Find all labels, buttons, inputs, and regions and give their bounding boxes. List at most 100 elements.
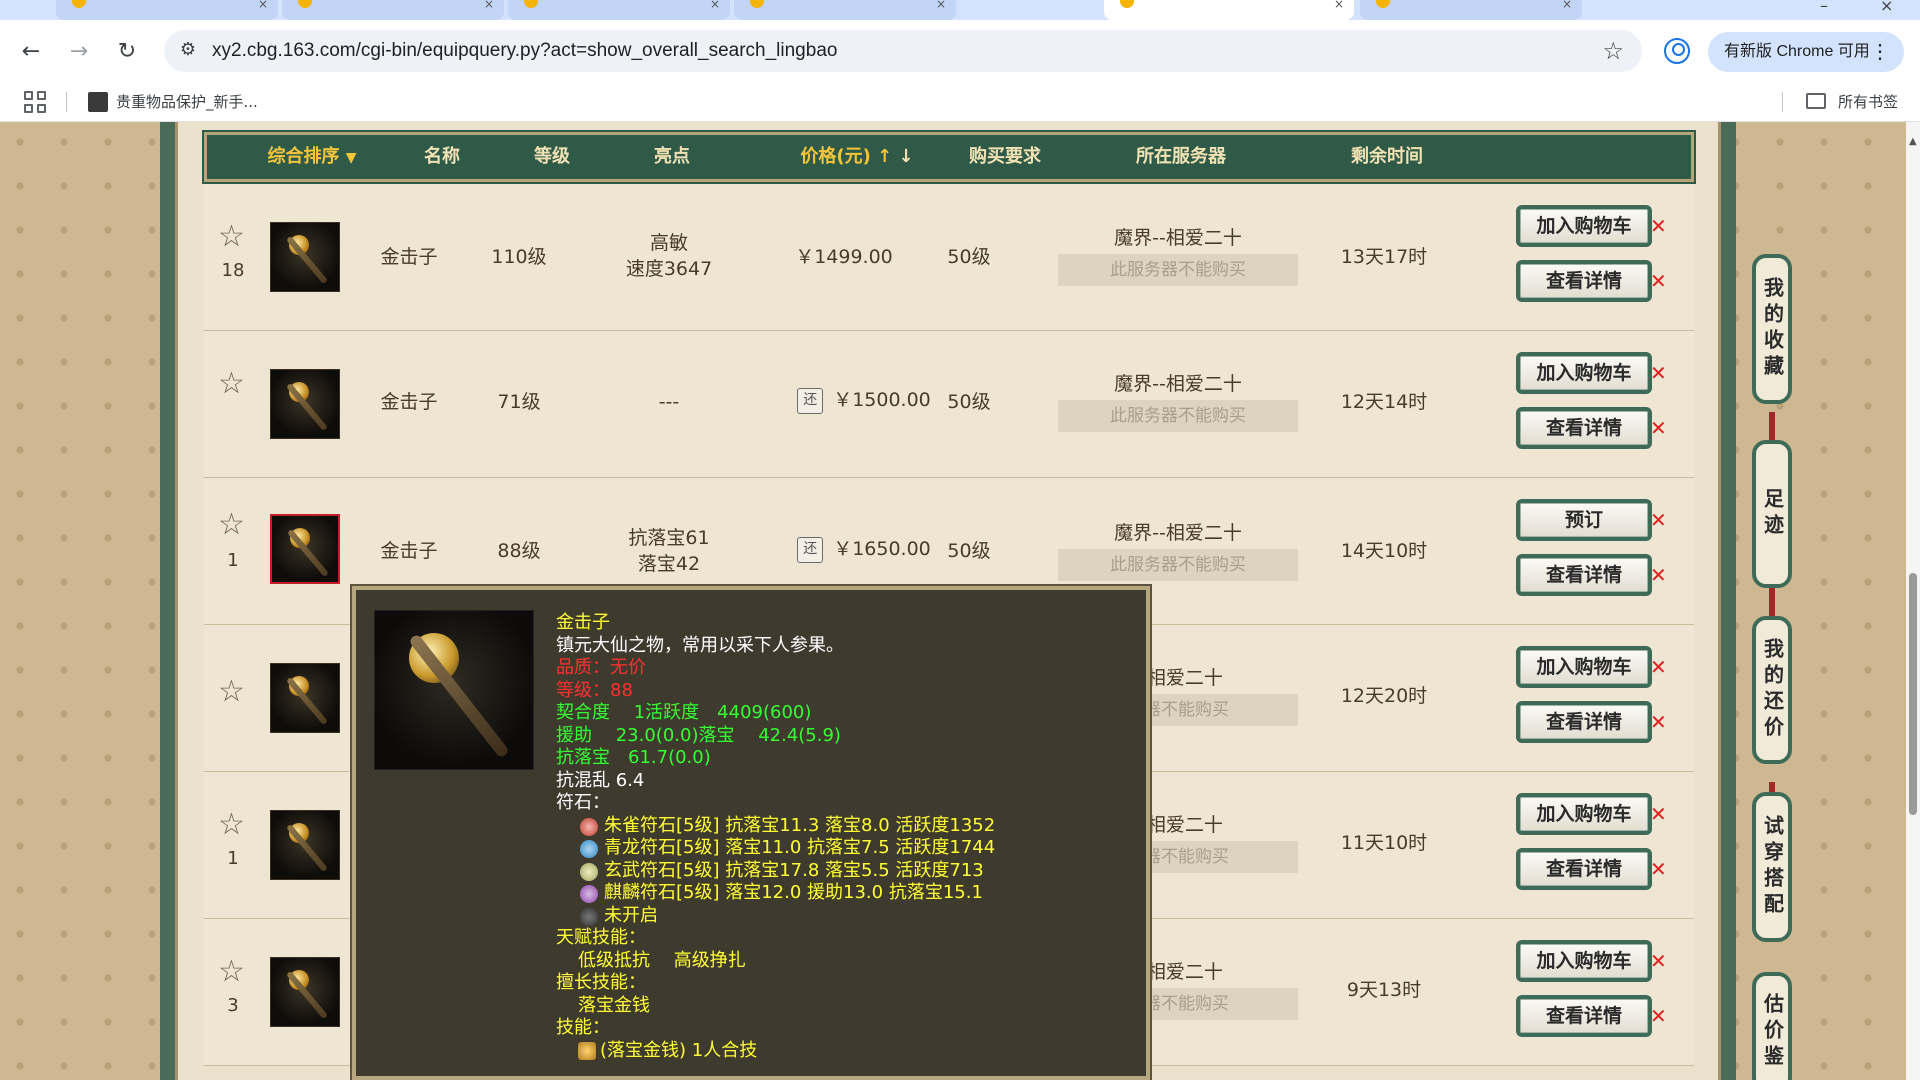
favorite-star-icon[interactable]: ☆ (218, 957, 245, 987)
favorite-star-icon[interactable]: ☆ (218, 677, 245, 707)
bookmark-item[interactable]: 贵重物品保护_新手... (116, 82, 258, 122)
price-sort-down-icon[interactable]: ↓ (899, 146, 914, 167)
close-icon[interactable]: ✕ (1650, 859, 1667, 879)
close-icon[interactable]: ✕ (1650, 565, 1667, 585)
unbuyable-badge: 此服务器不能购买 (1058, 400, 1298, 432)
close-tab-icon[interactable]: × (1334, 0, 1344, 10)
tooltip-level: 等级：88 (556, 679, 633, 701)
favorite-star-icon[interactable]: ☆ (218, 810, 245, 840)
remaining-time: 9天13时 (1346, 979, 1422, 1001)
tab-favicon-icon (298, 0, 312, 8)
close-tab-icon[interactable]: × (484, 0, 494, 10)
unbuyable-badge: 此服务器不能购买 (1058, 254, 1298, 286)
unbuyable-badge: 此服务器不能购买 (1058, 549, 1298, 581)
tooltip-description: 镇元大仙之物，常用以采下人参果。 (556, 634, 844, 656)
item-thumbnail-hovered[interactable] (270, 514, 340, 584)
apps-grid-icon[interactable] (24, 91, 46, 113)
tab-strip: × × × × × × – × (0, 0, 1920, 20)
close-tab-icon[interactable]: × (258, 0, 268, 10)
tooltip-item-name: 金击子 (556, 612, 610, 633)
browser-tab[interactable]: × (1360, 0, 1582, 20)
close-icon[interactable]: ✕ (1650, 510, 1667, 530)
browser-tab[interactable]: × (56, 0, 278, 20)
item-thumbnail[interactable] (270, 222, 340, 292)
price-sort-up-icon[interactable]: ↑ (877, 146, 892, 167)
close-icon[interactable]: ✕ (1650, 712, 1667, 732)
reload-icon[interactable]: ↻ (110, 34, 144, 68)
close-icon[interactable]: ✕ (1650, 951, 1667, 971)
add-to-cart-button[interactable]: 加入购物车 (1516, 793, 1652, 835)
close-icon[interactable]: ✕ (1650, 216, 1667, 236)
item-thumbnail[interactable] (270, 663, 340, 733)
scroll-up-icon[interactable]: ▲ (1909, 136, 1917, 147)
add-to-cart-button[interactable]: 加入购物车 (1516, 205, 1652, 247)
forward-icon[interactable]: → (62, 34, 96, 68)
address-bar[interactable]: ⚙ xy2.cbg.163.com/cgi-bin/equipquery.py?… (164, 30, 1642, 72)
chrome-update-button[interactable]: 有新版 Chrome 可用 ⋮ (1708, 32, 1904, 72)
item-price: ￥1499.00 (795, 246, 893, 268)
item-highlight: 高敏 (649, 232, 688, 254)
site-settings-icon[interactable]: ⚙ (176, 39, 200, 63)
close-tab-icon[interactable]: × (936, 0, 946, 10)
view-details-button[interactable]: 查看详情 (1516, 701, 1652, 743)
view-details-button[interactable]: 查看详情 (1516, 554, 1652, 596)
browser-tab-active[interactable]: × (1104, 0, 1354, 20)
view-details-button[interactable]: 查看详情 (1516, 848, 1652, 890)
page-scrollbar[interactable]: ▲ (1906, 122, 1920, 1080)
close-tab-icon[interactable]: × (1562, 0, 1572, 10)
update-label: 有新版 Chrome 可用 (1724, 43, 1870, 60)
try-on-tab[interactable]: 试穿搭配 (1752, 792, 1792, 942)
close-tab-icon[interactable]: × (710, 0, 720, 10)
close-icon[interactable]: ✕ (1650, 363, 1667, 383)
browser-tab[interactable]: × (508, 0, 730, 20)
view-details-button[interactable]: 查看详情 (1516, 260, 1652, 302)
table-row: ☆ 18 金击子 110级 高敏 速度3647 ￥1499.00 50级 魔界-… (204, 184, 1694, 331)
menu-dots-icon[interactable]: ⋮ (1870, 32, 1890, 72)
view-details-button[interactable]: 查看详情 (1516, 995, 1652, 1037)
browser-tab[interactable]: × (734, 0, 956, 20)
item-thumbnail[interactable] (270, 369, 340, 439)
scroll-thumb[interactable] (1909, 573, 1917, 815)
favorite-star-icon[interactable]: ☆ (218, 369, 245, 399)
bargain-icon[interactable]: 还 (797, 536, 824, 563)
url-text[interactable]: xy2.cbg.163.com/cgi-bin/equipquery.py?ac… (212, 30, 837, 72)
back-icon[interactable]: ← (14, 34, 48, 68)
item-name: 金击子 (380, 391, 438, 413)
close-window-icon[interactable]: × (1880, 0, 1893, 15)
add-to-cart-button[interactable]: 加入购物车 (1516, 940, 1652, 982)
skill-title: 技能： (556, 1017, 610, 1038)
browser-tab[interactable]: × (282, 0, 504, 20)
all-bookmarks-link[interactable]: 所有书签 (1838, 82, 1898, 122)
sort-price-header[interactable]: 价格(元) ↑ ↓ (782, 135, 932, 179)
item-thumbnail[interactable] (270, 810, 340, 880)
appraisal-tab[interactable]: 估价鉴 (1752, 972, 1792, 1080)
frame-border (1718, 122, 1736, 1080)
sort-combined-header[interactable]: 综合排序 ▼ (257, 135, 367, 179)
profile-icon[interactable] (1664, 38, 1690, 64)
folder-icon[interactable] (1806, 93, 1826, 109)
close-icon[interactable]: ✕ (1650, 804, 1667, 824)
add-to-cart-button[interactable]: 加入购物车 (1516, 646, 1652, 688)
favorite-star-icon[interactable]: ☆ (218, 510, 245, 540)
rune-icon (580, 885, 598, 903)
buy-requirement: 50级 (947, 540, 991, 562)
reserve-button[interactable]: 预订 (1516, 499, 1652, 541)
footprint-tab[interactable]: 足迹 (1752, 440, 1792, 588)
favorite-star-icon[interactable]: ☆ (218, 222, 245, 252)
minimize-icon[interactable]: – (1820, 0, 1828, 15)
item-price: ￥1650.00 (833, 538, 931, 560)
close-icon[interactable]: ✕ (1650, 271, 1667, 291)
item-thumbnail[interactable] (270, 957, 340, 1027)
item-name: 金击子 (380, 246, 438, 268)
close-icon[interactable]: ✕ (1650, 1006, 1667, 1026)
close-icon[interactable]: ✕ (1650, 418, 1667, 438)
bookmark-star-icon[interactable]: ☆ (1602, 37, 1624, 65)
view-details-button[interactable]: 查看详情 (1516, 407, 1652, 449)
add-to-cart-button[interactable]: 加入购物车 (1516, 352, 1652, 394)
my-counteroffers-tab[interactable]: 我的还价 (1752, 616, 1792, 764)
close-icon[interactable]: ✕ (1650, 657, 1667, 677)
my-favorites-tab[interactable]: 我的收藏 (1752, 254, 1792, 404)
favorite-count: 1 (227, 550, 239, 571)
expert-skill: 落宝金钱 (578, 994, 650, 1016)
bargain-icon[interactable]: 还 (797, 387, 824, 414)
